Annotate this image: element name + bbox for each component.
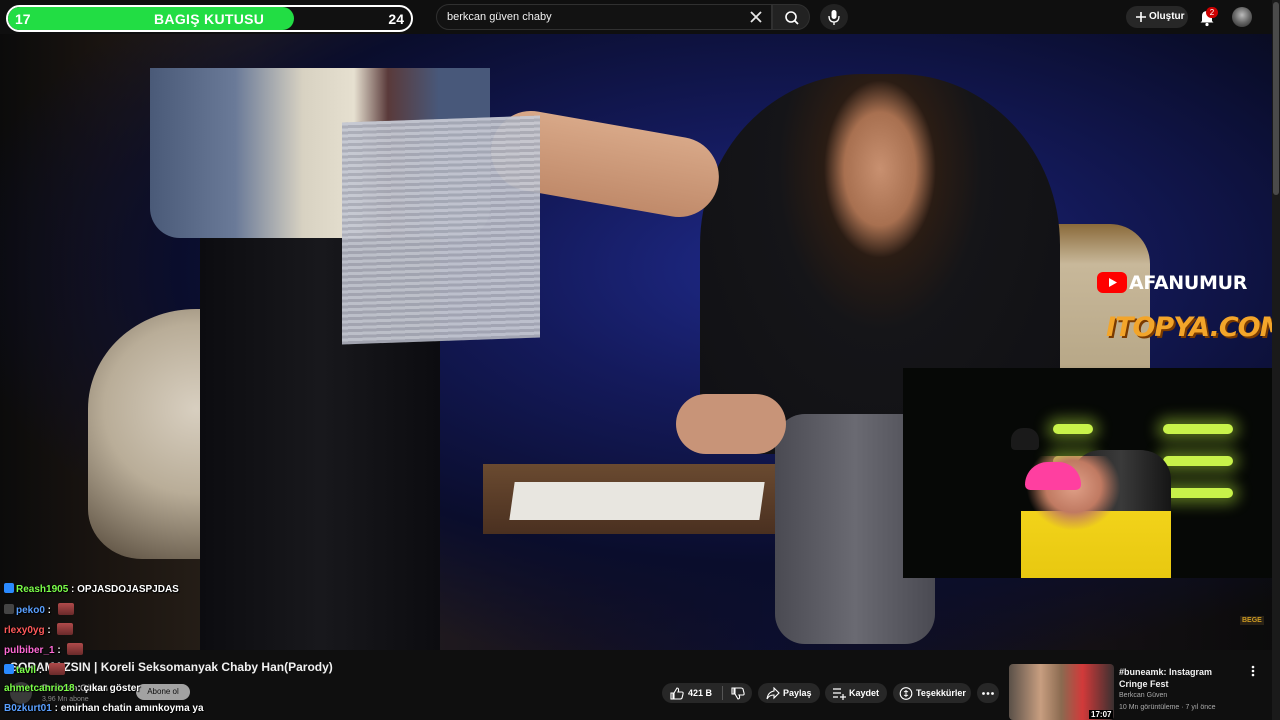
save-button[interactable]: Kaydet xyxy=(825,683,887,703)
led-light xyxy=(1163,488,1233,498)
perforated-board xyxy=(342,115,540,345)
chat-message: tavil : xyxy=(4,663,65,680)
chat-emote-icon xyxy=(57,623,74,635)
mic-icon xyxy=(828,10,840,25)
thumbs-down-icon xyxy=(731,687,745,700)
search-icon xyxy=(785,11,799,25)
chat-badge-icon xyxy=(4,664,14,674)
share-label: Paylaş xyxy=(783,688,812,698)
chat-separator: : xyxy=(44,605,54,616)
stream-chat-overlay: Reash1905 : OPJASDOJASPJDAS peko0 : rlexy… xyxy=(0,581,340,720)
chat-separator: : xyxy=(44,625,54,636)
super-thanks-icon xyxy=(899,687,913,700)
donation-title: BAGIŞ KUTUSU xyxy=(154,11,265,27)
more-actions-button[interactable] xyxy=(977,683,999,703)
chat-username: rlexy0yg xyxy=(4,625,45,636)
related-video-meta: 10 Mn görüntüleme · 7 yıl önce xyxy=(1119,704,1216,711)
like-button[interactable]: 421 B xyxy=(662,683,720,703)
dislike-button[interactable] xyxy=(724,683,752,703)
account-avatar[interactable] xyxy=(1232,7,1252,27)
share-button[interactable]: Paylaş xyxy=(758,683,820,703)
chat-separator: : xyxy=(68,584,78,595)
led-light xyxy=(1163,456,1233,466)
chat-emote-icon xyxy=(67,643,84,655)
top-bar: 17 BAGIŞ KUTUSU 24 berkcan güven chaby O… xyxy=(0,0,1280,34)
related-video-title[interactable]: #buneamk: Instagram Cringe Fest xyxy=(1119,666,1241,690)
streamer-webcam xyxy=(903,368,1272,578)
voice-search-button[interactable] xyxy=(820,4,848,30)
related-video-channel: Berkcan Güven xyxy=(1119,692,1168,699)
sponsor-logo: ITOPYA.COM xyxy=(1106,312,1280,343)
led-light xyxy=(1053,424,1093,434)
create-button[interactable]: Oluştur xyxy=(1126,6,1188,28)
share-icon xyxy=(766,687,780,700)
search-box[interactable]: berkcan güven chaby xyxy=(436,4,772,30)
chat-separator: : xyxy=(36,665,45,676)
chat-emote-icon xyxy=(57,603,74,615)
chat-message: ahmetcanrio18 : çıkar göster xyxy=(4,683,140,700)
chat-separator: : xyxy=(54,645,64,656)
related-video-menu-button[interactable] xyxy=(1251,665,1255,680)
youtube-play-icon xyxy=(1097,272,1127,293)
divider xyxy=(722,686,723,700)
chat-emote-icon xyxy=(48,663,65,675)
chat-username: Reash1905 xyxy=(16,584,69,595)
chat-message: B0zkurt01 : emirhan chatin amınkoyma ya xyxy=(4,703,204,720)
playlist-add-icon xyxy=(833,688,846,700)
scrollbar-thumb[interactable] xyxy=(1273,2,1279,195)
chat-text: OPJASDOJASPJDAS xyxy=(77,584,179,595)
chat-username: B0zkurt01 xyxy=(4,703,52,714)
chat-username: tavil xyxy=(16,665,37,676)
save-label: Kaydet xyxy=(849,688,880,698)
donation-target: 24 xyxy=(388,11,404,27)
brand-name: AFANUMUR xyxy=(1129,272,1248,294)
chat-text: emirhan chatin amınkoyma ya xyxy=(60,703,204,714)
chat-badge-icon xyxy=(4,583,14,593)
notification-count-badge: 2 xyxy=(1206,7,1218,18)
chat-separator: : xyxy=(51,703,61,714)
close-icon[interactable] xyxy=(747,8,765,26)
chat-message: rlexy0yg : xyxy=(4,623,74,640)
thumbs-up-icon xyxy=(670,687,684,700)
chat-username: ahmetcanrio18 xyxy=(4,683,75,694)
create-label: Oluştur xyxy=(1149,11,1185,22)
donation-goal-bar: 17 BAGIŞ KUTUSU 24 xyxy=(6,5,413,32)
chat-badge-icon xyxy=(4,604,14,614)
chat-message: peko0 : xyxy=(4,603,74,620)
like-count: 421 B xyxy=(688,688,713,698)
table-paper xyxy=(509,482,765,520)
chat-username: pulbiber_1 xyxy=(4,645,55,656)
corner-tag: BEGE xyxy=(1240,616,1264,625)
more-vertical-icon xyxy=(1251,665,1255,677)
chat-text: çıkar göster xyxy=(83,683,141,694)
desk-lamp xyxy=(1011,428,1039,450)
thanks-button[interactable]: Teşekkürler xyxy=(893,683,971,703)
search-input[interactable]: berkcan güven chaby xyxy=(447,11,552,23)
donation-current: 17 xyxy=(15,11,31,27)
chat-username: peko0 xyxy=(16,605,45,616)
led-light xyxy=(1163,424,1233,434)
chat-message: pulbiber_1 : xyxy=(4,643,84,660)
streamer-hair xyxy=(1025,462,1081,490)
more-horizontal-icon xyxy=(982,692,994,695)
like-dislike-group: 421 B xyxy=(662,683,752,703)
chat-message: Reash1905 : OPJASDOJASPJDAS xyxy=(4,583,179,600)
stream-screen: AFANUMUR ITOPYA.COM BEGE 17 BAGIŞ KUTUSU… xyxy=(0,0,1280,720)
related-video-duration: 17:07 xyxy=(1089,710,1114,719)
thanks-label: Teşekkürler xyxy=(916,688,966,698)
search-button[interactable] xyxy=(772,4,810,30)
seated-person-hand xyxy=(676,394,786,454)
